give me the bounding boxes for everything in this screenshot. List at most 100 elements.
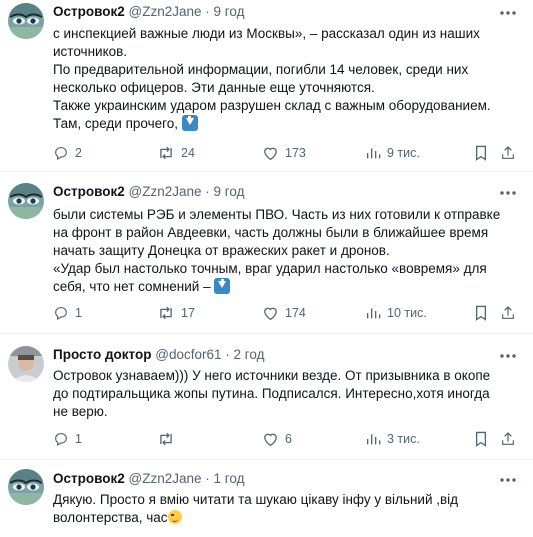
more-horizontal-icon[interactable] bbox=[499, 477, 517, 483]
down-arrow-emoji-icon bbox=[181, 115, 198, 131]
text-line: себя, что нет сомнений – bbox=[53, 278, 523, 296]
text-line: начать защиту Донецка от вражеских ракет… bbox=[53, 243, 390, 258]
avatar-ostrovok2[interactable] bbox=[8, 3, 44, 39]
author-handle[interactable]: @Zzn2Jane bbox=[129, 184, 202, 199]
text-line: Дякую. Просто я вмію читати та шукаю цік… bbox=[53, 492, 459, 507]
separator-dot: · bbox=[205, 4, 210, 19]
share-button[interactable] bbox=[500, 303, 522, 323]
timestamp[interactable]: 1 год bbox=[214, 471, 245, 486]
views-count: 9 тис. bbox=[387, 146, 420, 160]
views-count: 3 тис. bbox=[387, 432, 420, 446]
bookmark-icon bbox=[475, 305, 487, 321]
like-button[interactable]: 173 bbox=[262, 143, 306, 163]
text-line: Там, среди прочего, bbox=[53, 115, 523, 133]
heart-icon bbox=[264, 147, 277, 161]
heart-icon bbox=[264, 433, 277, 447]
retweet-icon bbox=[160, 432, 172, 446]
tweet-2[interactable]: Островок2 @Zzn2Jane · 9 год были системы… bbox=[0, 172, 533, 334]
reply-icon bbox=[55, 433, 67, 447]
timestamp[interactable]: 9 год bbox=[214, 4, 245, 19]
tweet-text: Дякую. Просто я вмію читати та шукаю цік… bbox=[53, 491, 523, 527]
text-line-content: Там, среди прочего, bbox=[53, 116, 179, 131]
views-count: 10 тис. bbox=[387, 306, 427, 320]
timestamp[interactable]: 2 год bbox=[234, 347, 265, 362]
down-arrow-emoji-icon bbox=[214, 278, 231, 294]
text-line: «Удар был настолько точным, враг ударил … bbox=[53, 261, 487, 276]
like-count: 174 bbox=[285, 306, 306, 320]
avatar-ostrovok2[interactable] bbox=[8, 469, 44, 505]
views-bar-chart-icon bbox=[367, 308, 381, 319]
like-count: 173 bbox=[285, 146, 306, 160]
text-line: источников. bbox=[53, 44, 128, 59]
text-line: Островок узнаваем))) У него источники ве… bbox=[53, 368, 491, 383]
reply-button[interactable]: 1 bbox=[53, 429, 82, 449]
tweet-text: Островок узнаваем))) У него источники ве… bbox=[53, 367, 523, 421]
author-handle[interactable]: @Zzn2Jane bbox=[129, 4, 202, 19]
author-handle[interactable]: @Zzn2Jane bbox=[129, 471, 202, 486]
retweet-button[interactable]: 17 bbox=[157, 303, 195, 323]
bookmark-icon bbox=[475, 145, 487, 161]
share-icon bbox=[502, 432, 514, 445]
reply-button[interactable]: 2 bbox=[53, 143, 82, 163]
bookmark-button[interactable] bbox=[474, 429, 494, 449]
tweet-1[interactable]: Островок2 @Zzn2Jane · 9 год с инспекцией… bbox=[0, 0, 533, 172]
more-horizontal-icon[interactable] bbox=[499, 190, 517, 196]
share-icon bbox=[502, 306, 514, 319]
retweet-button[interactable] bbox=[157, 429, 181, 449]
text-line: не верю. bbox=[53, 404, 108, 419]
tweet-header: Островок2 @Zzn2Jane · 9 год bbox=[53, 4, 245, 19]
tweet-actions: 1 6 3 тис. bbox=[53, 429, 523, 449]
tweet-text: были системы РЭБ и элементы ПВО. Часть и… bbox=[53, 206, 523, 296]
retweet-button[interactable]: 24 bbox=[157, 143, 195, 163]
more-horizontal-icon[interactable] bbox=[499, 10, 517, 16]
author-name[interactable]: Островок2 bbox=[53, 4, 125, 19]
avatar-ostrovok2[interactable] bbox=[8, 183, 44, 219]
views-button[interactable]: 10 тис. bbox=[365, 303, 427, 323]
share-button[interactable] bbox=[500, 143, 522, 163]
bookmark-button[interactable] bbox=[474, 143, 494, 163]
text-line: несколько офицеров. Эти данные еще уточн… bbox=[53, 80, 375, 95]
tweet-text: с инспекцией важные люди из Москвы», – р… bbox=[53, 25, 523, 133]
separator-dot: · bbox=[205, 471, 210, 486]
more-horizontal-icon[interactable] bbox=[499, 353, 517, 359]
reply-icon bbox=[55, 147, 67, 161]
reply-count: 2 bbox=[75, 146, 82, 160]
text-line: волонтерства, час bbox=[53, 509, 523, 527]
bookmark-icon bbox=[475, 431, 487, 447]
text-line: до подтиральщика жопы путина. Подписался… bbox=[53, 386, 490, 401]
author-name[interactable]: Просто доктор bbox=[53, 347, 151, 362]
author-name[interactable]: Островок2 bbox=[53, 184, 125, 199]
text-line: были системы РЭБ и элементы ПВО. Часть и… bbox=[53, 207, 501, 222]
tweet-3[interactable]: Просто доктор @docfor61 · 2 год Островок… bbox=[0, 334, 533, 460]
timestamp[interactable]: 9 год bbox=[214, 184, 245, 199]
text-line: с инспекцией важные люди из Москвы», – р… bbox=[53, 26, 480, 41]
text-line-content: себя, что нет сомнений – bbox=[53, 279, 211, 294]
text-line: на фронт в район Авдеевки, часть должны … bbox=[53, 225, 489, 240]
text-line: Также украинским ударом разрушен склад с… bbox=[53, 98, 491, 113]
bookmark-button[interactable] bbox=[474, 303, 494, 323]
reply-count: 1 bbox=[75, 432, 82, 446]
retweet-count: 17 bbox=[181, 306, 195, 320]
avatar-docfor61[interactable] bbox=[8, 346, 44, 382]
author-handle[interactable]: @docfor61 bbox=[155, 347, 221, 362]
views-bar-chart-icon bbox=[367, 434, 381, 445]
share-button[interactable] bbox=[500, 429, 522, 449]
retweet-icon bbox=[160, 306, 172, 320]
reply-icon bbox=[55, 307, 67, 321]
tweet-header: Просто доктор @docfor61 · 2 год bbox=[53, 347, 265, 362]
share-icon bbox=[502, 146, 514, 159]
tweet-actions: 2 24 173 9 тис. bbox=[53, 143, 523, 163]
reply-button[interactable]: 1 bbox=[53, 303, 82, 323]
like-count: 6 bbox=[285, 432, 292, 446]
views-bar-chart-icon bbox=[367, 148, 381, 159]
tweet-4[interactable]: Островок2 @Zzn2Jane · 1 год Дякую. Прост… bbox=[0, 460, 533, 537]
views-button[interactable]: 9 тис. bbox=[365, 143, 420, 163]
like-button[interactable]: 6 bbox=[262, 429, 292, 449]
like-button[interactable]: 174 bbox=[262, 303, 306, 323]
retweet-icon bbox=[160, 146, 172, 160]
views-button[interactable]: 3 тис. bbox=[365, 429, 420, 449]
author-name[interactable]: Островок2 bbox=[53, 471, 125, 486]
text-line-content: волонтерства, час bbox=[53, 510, 168, 525]
separator-dot: · bbox=[225, 347, 230, 362]
tweet-actions: 1 17 174 10 тис. bbox=[53, 303, 523, 323]
